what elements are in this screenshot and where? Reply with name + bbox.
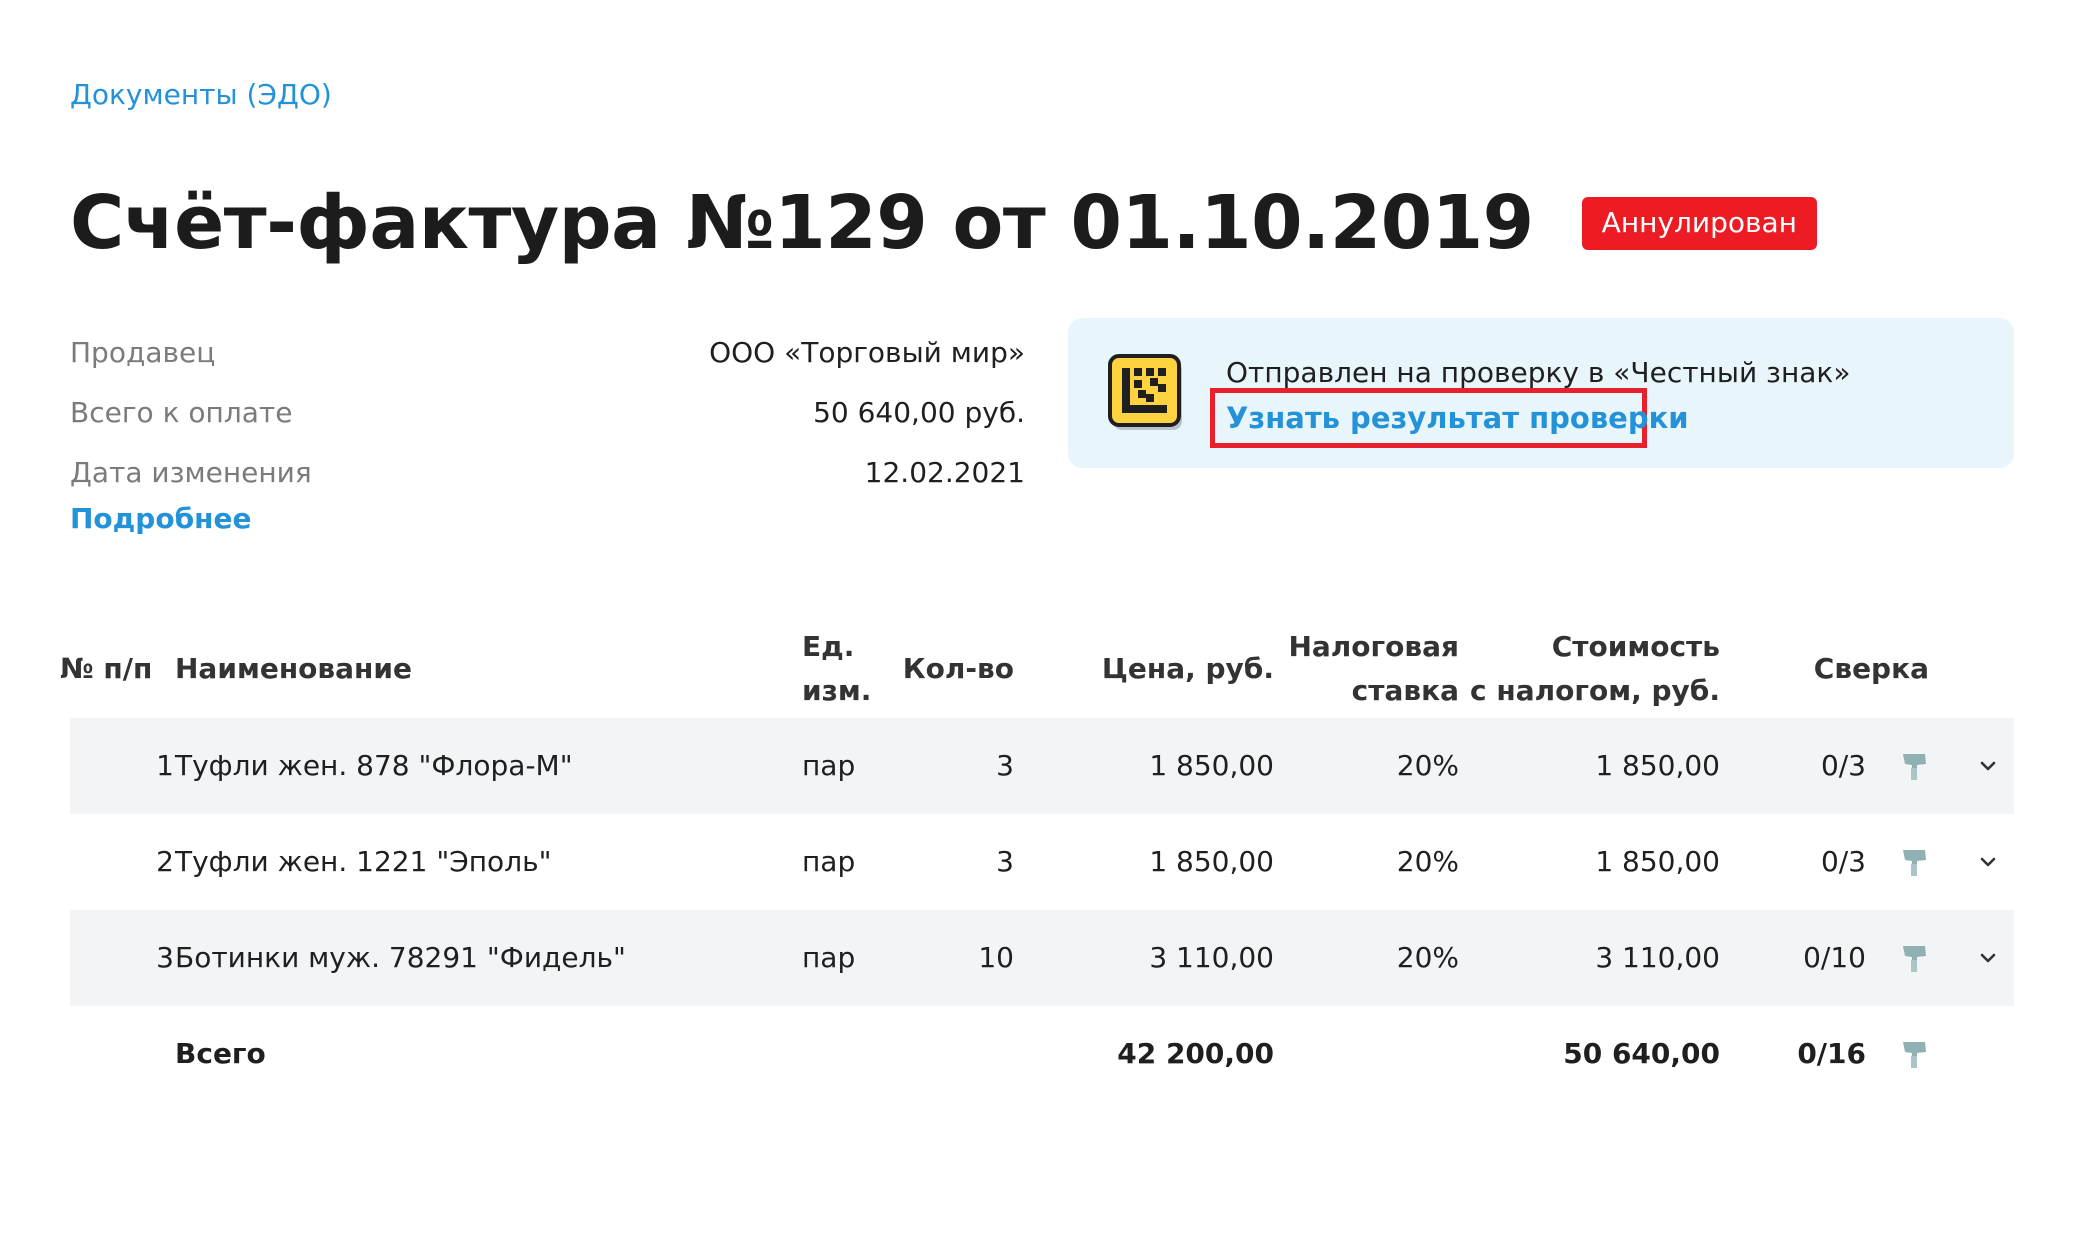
header-tax-line1: Налоговая [1288,630,1459,663]
total-cost: 50 640,00 [1563,1037,1720,1070]
scanner-icon[interactable] [1900,751,1928,783]
scanner-icon[interactable] [1900,943,1928,975]
header-num: № п/п [60,652,153,685]
row-price: 3 110,00 [1149,941,1274,974]
header-tax-line2: ставка [1351,674,1459,707]
check-result-link[interactable]: Узнать результат проверки [1210,388,1689,448]
datamatrix-icon [1108,354,1182,430]
row-check: 0/10 [1803,941,1866,974]
seller-label: Продавец [70,335,216,369]
status-badge: Аннулирован [1581,196,1817,250]
seller-value: ООО «Торговый мир» [709,335,1025,369]
page-title: Счёт-фактура №129 от 01.10.2019 [70,180,1534,266]
row-check: 0/3 [1820,749,1866,782]
row-num: 2 [156,845,174,878]
row-num: 1 [156,749,174,782]
table-total-row: Всего 42 200,00 50 640,00 0/16 [70,1006,2014,1102]
row-qty: 3 [996,749,1014,782]
row-price: 1 850,00 [1149,845,1274,878]
header-unit-line2: изм. [802,674,872,707]
more-details-link[interactable]: Подробнее [70,502,251,535]
header-check: Сверка [1813,652,1929,685]
total-label: Всего [175,1037,266,1070]
row-name: Туфли жен. 1221 "Эполь" [175,845,552,878]
date-value: 12.02.2021 [864,455,1025,489]
row-unit: пар [802,845,856,878]
info-row-date: Дата изменения 12.02.2021 [70,442,1025,502]
breadcrumb-documents-link[interactable]: Документы (ЭДО) [70,78,332,111]
header-qty: Кол-во [902,652,1014,685]
notice-text: Отправлен на проверку в «Честный знак» [1226,356,1851,389]
row-qty: 3 [996,845,1014,878]
row-tax: 20% [1396,749,1459,782]
header-unit-line1: Ед. [802,630,855,663]
row-qty: 10 [978,941,1014,974]
row-unit: пар [802,941,856,974]
header-price: Цена, руб. [1101,652,1274,685]
goods-table: № п/п Наименование Ед. изм. Кол-во Цена,… [60,620,2014,1102]
total-check: 0/16 [1797,1037,1866,1070]
total-value: 50 640,00 руб. [813,395,1025,429]
header-name: Наименование [175,652,412,685]
scanner-icon[interactable] [1900,1039,1928,1071]
invoice-page: Документы (ЭДО) Счёт-фактура №129 от 01.… [0,0,2078,1246]
table-header: № п/п Наименование Ед. изм. Кол-во Цена,… [60,620,2014,718]
chevron-down-icon[interactable] [1978,852,1998,872]
row-tax: 20% [1396,845,1459,878]
info-row-seller: Продавец ООО «Торговый мир» [70,322,1025,382]
row-num: 3 [156,941,174,974]
row-tax: 20% [1396,941,1459,974]
row-cost: 3 110,00 [1595,941,1720,974]
honest-sign-notice: Отправлен на проверку в «Честный знак» У… [1068,318,2014,468]
header-cost-line1: Стоимость [1551,630,1720,663]
table-row[interactable]: 2 Туфли жен. 1221 "Эполь" пар 3 1 850,00… [70,814,2014,910]
chevron-down-icon[interactable] [1978,948,1998,968]
scanner-icon[interactable] [1900,847,1928,879]
row-cost: 1 850,00 [1595,749,1720,782]
row-name: Туфли жен. 878 "Флора-М" [175,749,573,782]
invoice-info: Продавец ООО «Торговый мир» Всего к опла… [70,322,1025,502]
table-row[interactable]: 3 Ботинки муж. 78291 "Фидель" пар 10 3 1… [70,910,2014,1006]
row-name: Ботинки муж. 78291 "Фидель" [175,941,626,974]
info-row-total: Всего к оплате 50 640,00 руб. [70,382,1025,442]
total-price: 42 200,00 [1117,1037,1274,1070]
row-check: 0/3 [1820,845,1866,878]
row-cost: 1 850,00 [1595,845,1720,878]
header-cost-line2: с налогом, руб. [1470,674,1720,707]
title-row: Счёт-фактура №129 от 01.10.2019 Аннулиро… [70,180,1817,266]
row-price: 1 850,00 [1149,749,1274,782]
date-label: Дата изменения [70,455,312,489]
total-label: Всего к оплате [70,395,293,429]
row-unit: пар [802,749,856,782]
table-row[interactable]: 1 Туфли жен. 878 "Флора-М" пар 3 1 850,0… [70,718,2014,814]
chevron-down-icon[interactable] [1978,756,1998,776]
